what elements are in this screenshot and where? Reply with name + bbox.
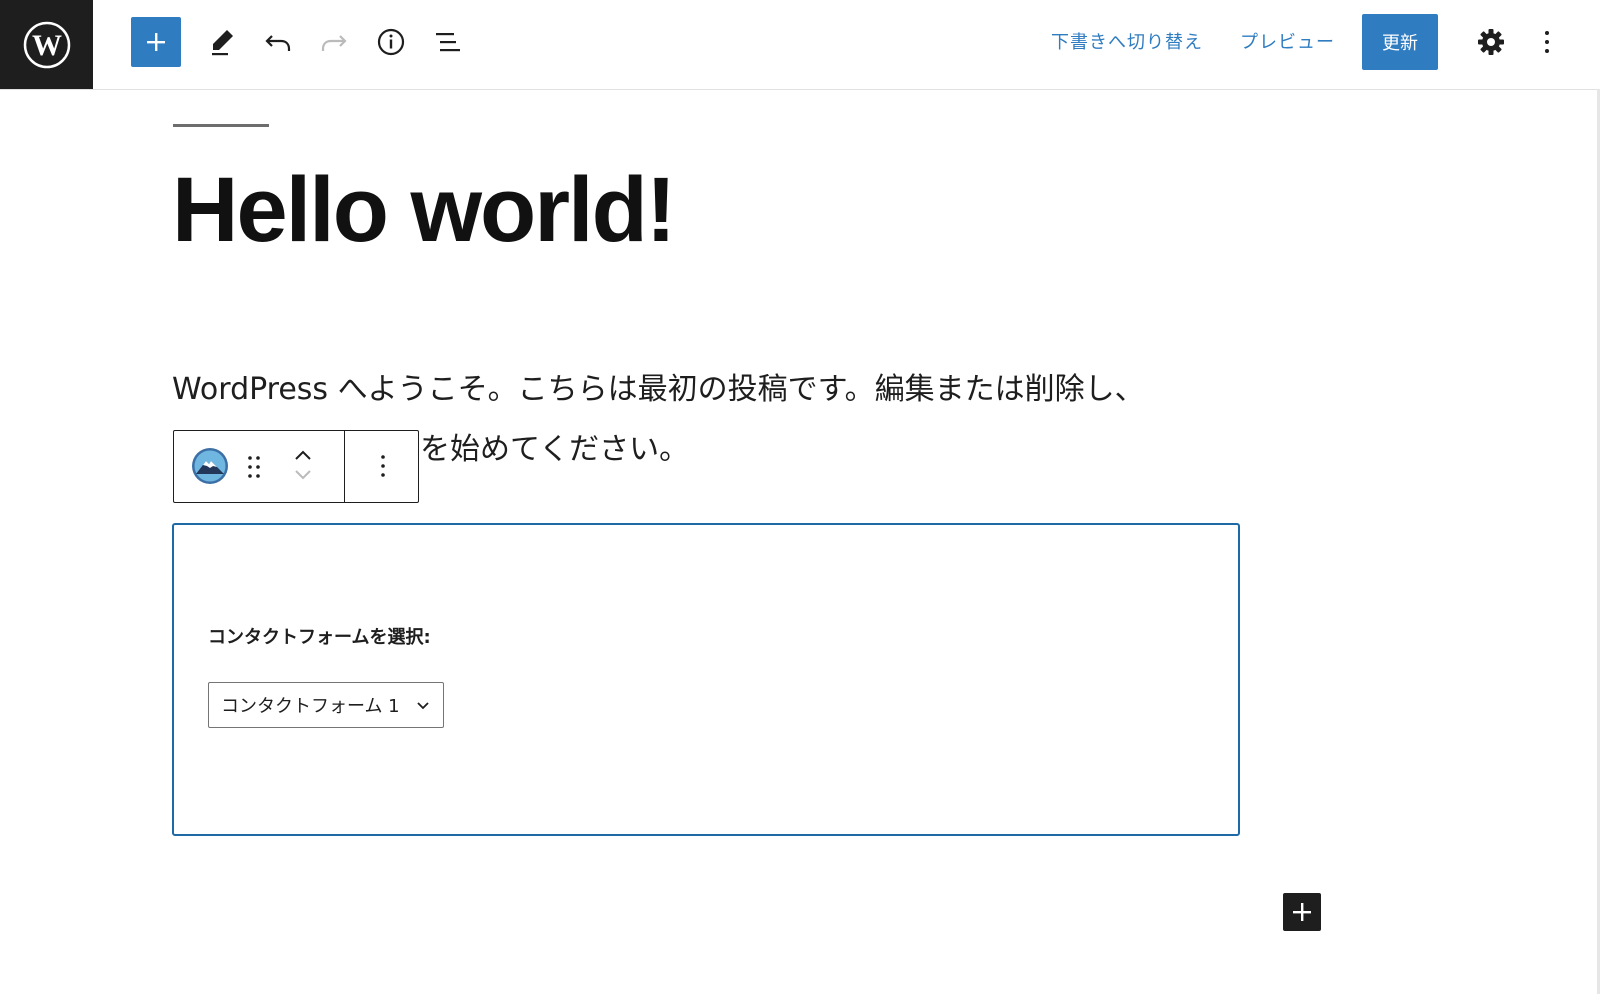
tools-button[interactable] [202,22,242,62]
contact-form-select[interactable]: コンタクトフォーム 1 [208,682,444,728]
separator-block[interactable] [173,124,269,127]
contact-form-selected-value: コンタクトフォーム 1 [221,696,400,717]
redo-button[interactable] [314,22,354,62]
block-toolbar [173,430,419,503]
vertical-ellipsis-icon [1545,31,1549,53]
details-button[interactable] [371,22,411,62]
switch-to-draft-button[interactable]: 下書きへ切り替え [1051,28,1203,58]
editor-header: W 下書きへ切り替え プレビュー 更新 [0,0,1600,90]
paragraph-line-1: WordPress へようこそ。こちらは最初の投稿です。編集または削除し、 [172,372,1145,407]
svg-text:W: W [32,29,62,62]
post-title[interactable]: Hello world! [172,150,676,270]
redo-icon [321,35,347,51]
undo-icon [265,35,291,51]
chevron-up-icon[interactable] [292,445,314,465]
settings-button[interactable] [1471,22,1511,62]
update-button[interactable]: 更新 [1362,14,1438,70]
plus-icon [147,33,165,51]
pencil-icon [212,30,233,56]
info-icon [377,28,405,56]
wordpress-logo-icon: W [23,21,70,68]
list-view-icon [436,33,460,52]
preview-button[interactable]: プレビュー [1240,28,1335,58]
contact-form-select-label: コンタクトフォームを選択: [208,627,431,648]
block-options-group [345,431,418,502]
contact-form-block[interactable]: コンタクトフォームを選択: コンタクトフォーム 1 [172,523,1240,836]
undo-button[interactable] [258,22,298,62]
block-inserter-button[interactable] [1283,893,1321,931]
options-button[interactable] [1527,22,1567,62]
list-view-button[interactable] [428,22,468,62]
block-options-icon[interactable] [375,451,391,481]
chevron-down-icon[interactable] [292,465,314,485]
contact-form-7-icon[interactable] [191,447,229,485]
drag-handle-icon[interactable] [246,453,262,481]
chevron-down-icon [417,702,429,710]
add-block-button[interactable] [131,17,181,67]
plus-icon [1293,903,1311,921]
wordpress-logo-button[interactable]: W [0,0,93,89]
gear-icon [1478,29,1504,55]
block-toolbar-group [174,431,345,502]
block-mover [292,445,314,485]
